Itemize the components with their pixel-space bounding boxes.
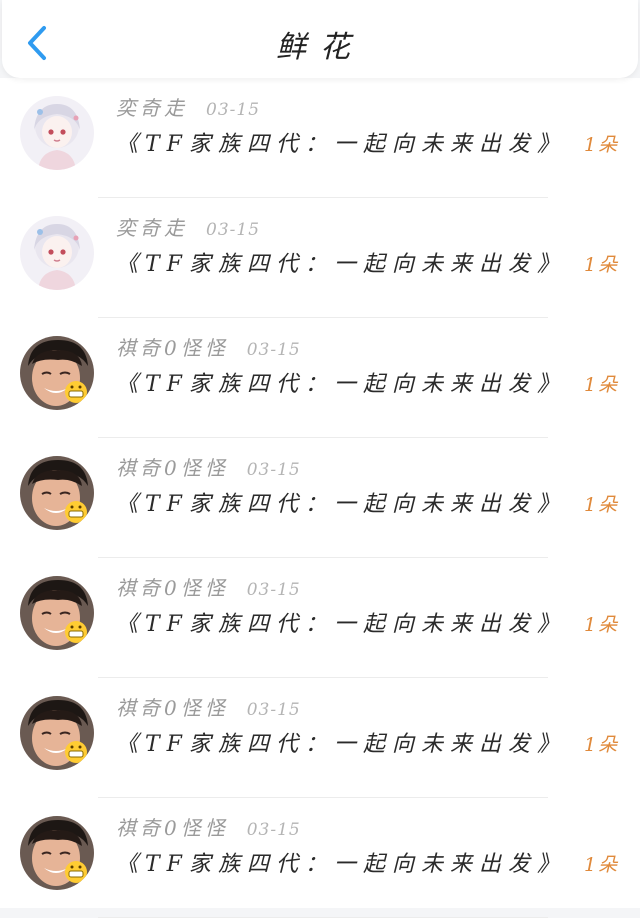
sender-line: 祺奇0怪怪 03-15: [116, 452, 301, 480]
sent-date: 03-15: [246, 700, 301, 720]
sender-name[interactable]: 奕奇走: [116, 96, 188, 120]
list-item[interactable]: 奕奇走 03-15 《TF家族四代：一起向未来出发》 1朵: [0, 78, 640, 198]
avatar[interactable]: [20, 576, 94, 650]
flower-count: 1朵: [584, 254, 620, 276]
message-text: 《TF家族四代：一起向未来出发》: [116, 252, 566, 277]
flower-count: 1朵: [584, 494, 620, 516]
sent-date: 03-15: [246, 580, 301, 600]
flower-count: 1朵: [584, 734, 620, 756]
sent-date: 03-15: [206, 100, 261, 120]
sender-line: 祺奇0怪怪 03-15: [116, 692, 301, 720]
sender-name[interactable]: 祺奇0怪怪: [116, 456, 229, 480]
sent-date: 03-15: [246, 340, 301, 360]
flower-list: 奕奇走 03-15 《TF家族四代：一起向未来出发》 1朵 奕奇走 03-15 《TF家族…: [0, 78, 640, 918]
flower-count: 1朵: [584, 134, 620, 156]
list-item[interactable]: 奕奇走 03-15 《TF家族四代：一起向未来出发》 1朵: [0, 198, 640, 318]
sent-date: 03-15: [206, 220, 261, 240]
sender-name[interactable]: 祺奇0怪怪: [116, 816, 229, 840]
list-item[interactable]: 祺奇0怪怪 03-15 《TF家族四代：一起向未来出发》 1朵: [0, 318, 640, 438]
message-text: 《TF家族四代：一起向未来出发》: [116, 732, 566, 757]
sent-date: 03-15: [246, 460, 301, 480]
message-text: 《TF家族四代：一起向未来出发》: [116, 492, 566, 517]
message-text: 《TF家族四代：一起向未来出发》: [116, 852, 566, 877]
message-text: 《TF家族四代：一起向未来出发》: [116, 612, 566, 637]
sender-line: 祺奇0怪怪 03-15: [116, 812, 301, 840]
avatar[interactable]: [20, 456, 94, 530]
list-item[interactable]: 祺奇0怪怪 03-15 《TF家族四代：一起向未来出发》 1朵: [0, 678, 640, 798]
avatar[interactable]: [20, 216, 94, 290]
top-bar: 鲜花: [2, 0, 638, 78]
page-title: 鲜花: [276, 30, 364, 65]
sender-line: 祺奇0怪怪 03-15: [116, 332, 301, 360]
avatar[interactable]: [20, 696, 94, 770]
avatar[interactable]: [20, 96, 94, 170]
list-item[interactable]: 祺奇0怪怪 03-15 《TF家族四代：一起向未来出发》 1朵: [0, 558, 640, 678]
sender-line: 祺奇0怪怪 03-15: [116, 572, 301, 600]
sender-name[interactable]: 祺奇0怪怪: [116, 336, 229, 360]
flower-count: 1朵: [584, 374, 620, 396]
avatar[interactable]: [20, 336, 94, 410]
sender-name[interactable]: 奕奇走: [116, 216, 188, 240]
sender-name[interactable]: 祺奇0怪怪: [116, 576, 229, 600]
avatar[interactable]: [20, 816, 94, 890]
sender-line: 奕奇走 03-15: [116, 92, 261, 120]
sender-line: 奕奇走 03-15: [116, 212, 261, 240]
message-text: 《TF家族四代：一起向未来出发》: [116, 372, 566, 397]
flower-count: 1朵: [584, 854, 620, 876]
sender-name[interactable]: 祺奇0怪怪: [116, 696, 229, 720]
list-item[interactable]: 祺奇0怪怪 03-15 《TF家族四代：一起向未来出发》 1朵: [0, 438, 640, 558]
message-text: 《TF家族四代：一起向未来出发》: [116, 132, 566, 157]
list-item[interactable]: 祺奇0怪怪 03-15 《TF家族四代：一起向未来出发》 1朵: [0, 798, 640, 918]
sent-date: 03-15: [246, 820, 301, 840]
flower-count: 1朵: [584, 614, 620, 636]
